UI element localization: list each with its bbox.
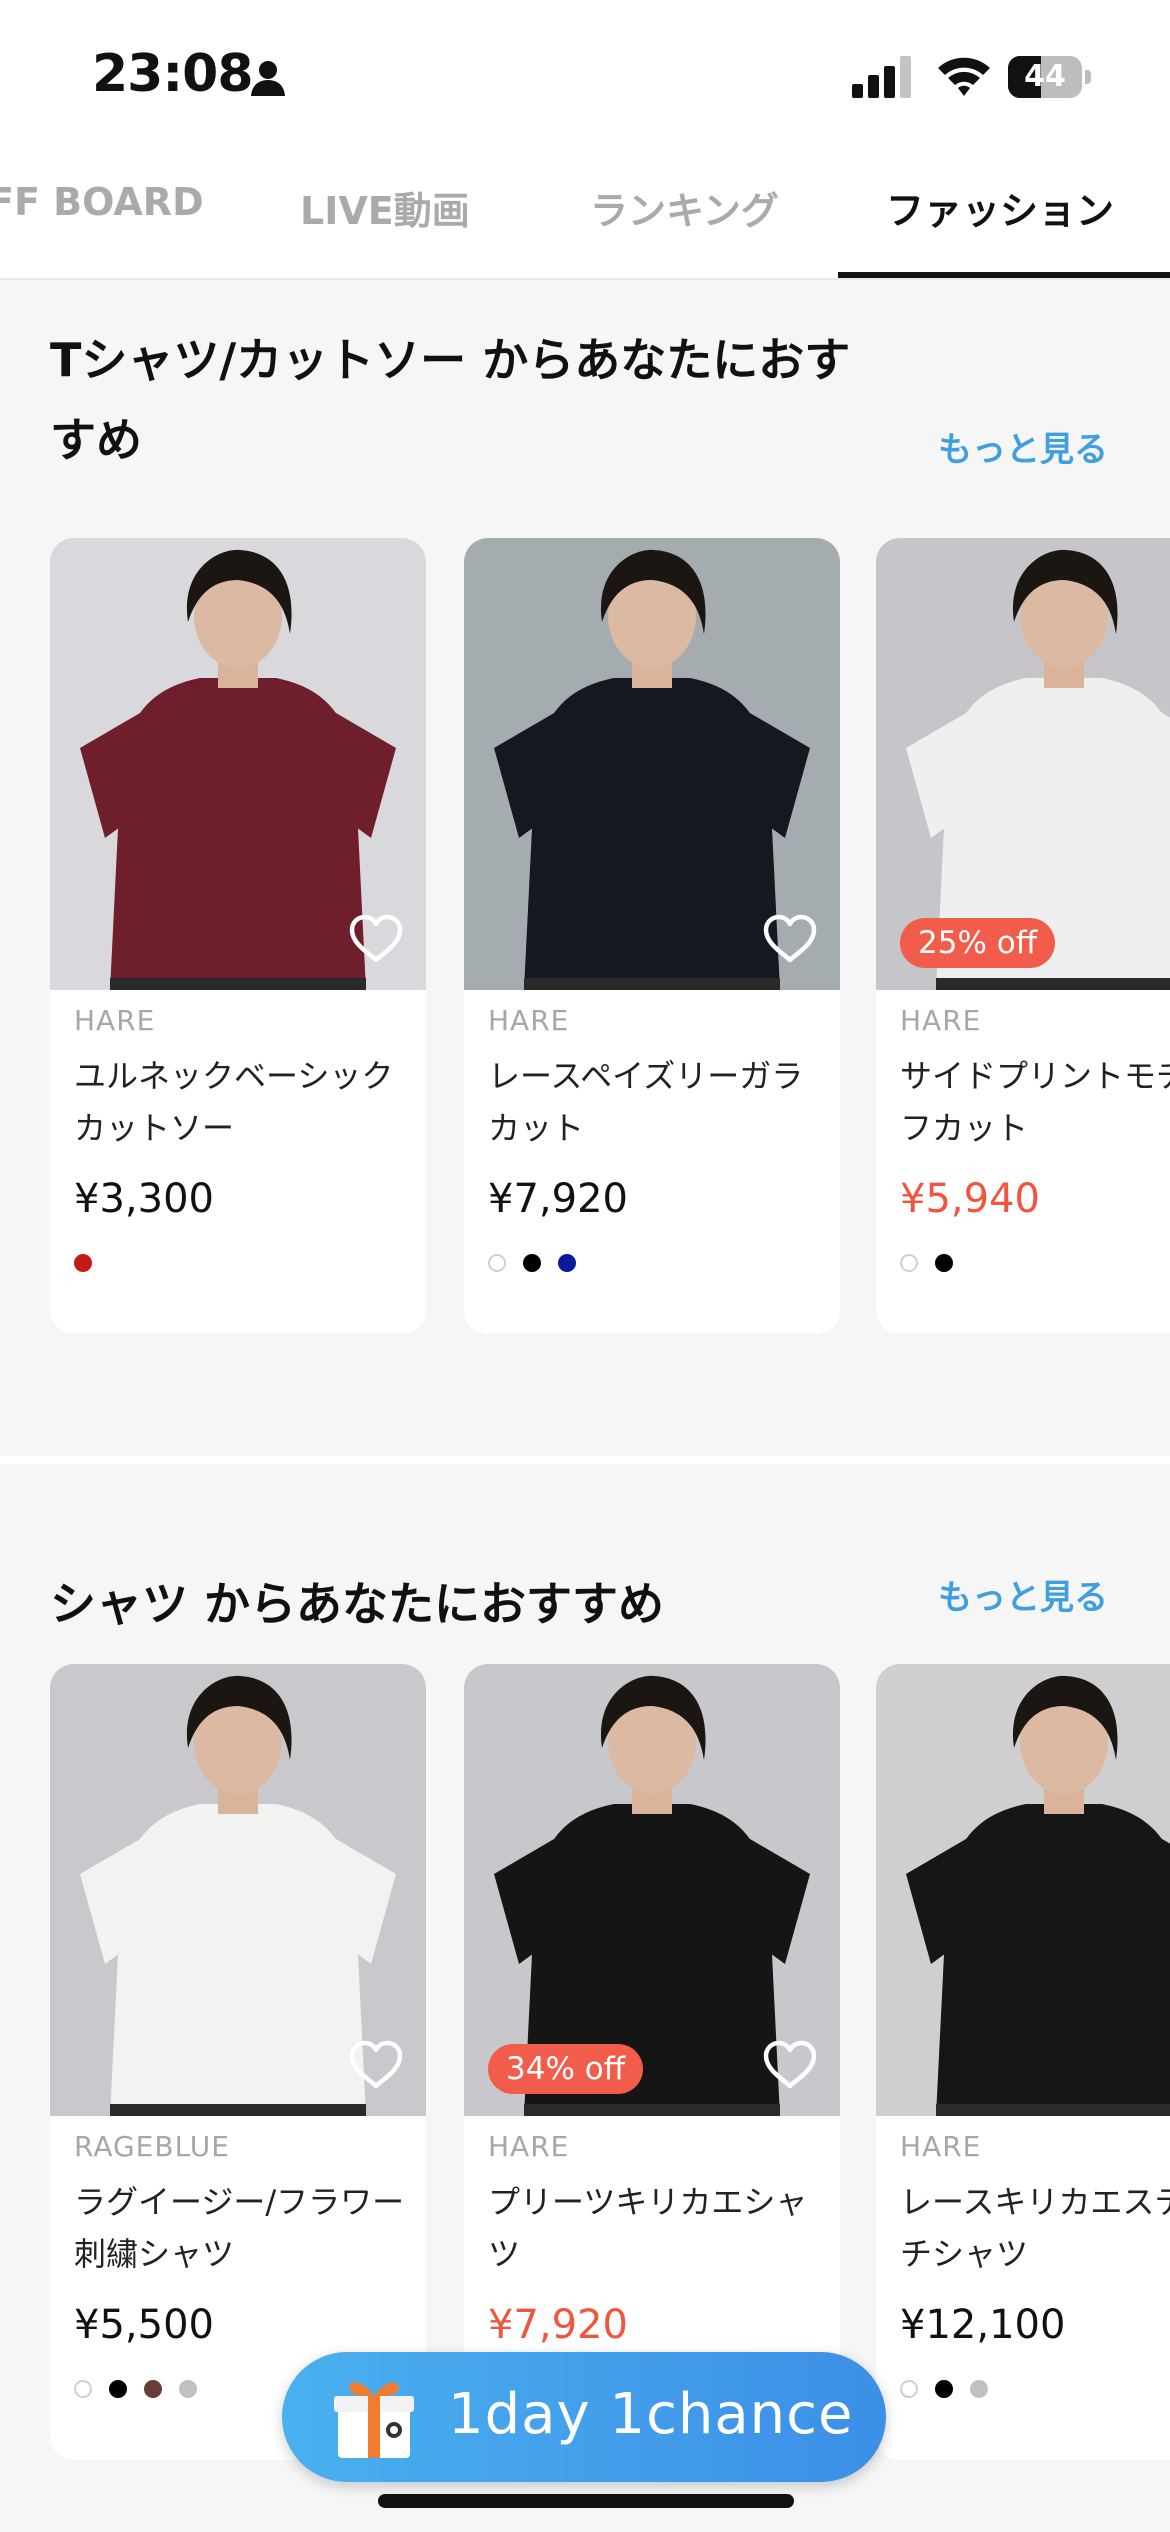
heart-icon[interactable] (348, 914, 404, 964)
section-divider (0, 1456, 1170, 1464)
color-swatch (179, 2380, 197, 2398)
gift-icon (334, 2382, 414, 2458)
color-swatches (488, 1254, 576, 1274)
color-swatch (558, 1254, 576, 1272)
1day-1chance-banner[interactable]: 1day 1chance (282, 2352, 886, 2482)
product-name: ユルネックベーシックカットソー (74, 1057, 394, 1147)
tab-ranking[interactable]: ランキング (590, 180, 779, 235)
product-card[interactable]: HARE レースペイズリーガラカット ¥7,920 (464, 538, 840, 1334)
color-swatch (109, 2380, 127, 2398)
product-brand: HARE (488, 2130, 570, 2163)
battery-cap (1085, 70, 1091, 84)
color-swatch (900, 2380, 918, 2398)
home-indicator (378, 2494, 794, 2508)
color-swatch (74, 2380, 92, 2398)
discount-badge: 25% off (900, 918, 1056, 968)
product-card[interactable]: RAGEBLUE ラグイージー/フラワー刺繍シャツ ¥5,500 (50, 1664, 426, 2460)
product-brand: RAGEBLUE (74, 2130, 230, 2163)
product-brand: HARE (488, 1004, 570, 1037)
category-tabbar: FF BOARD LIVE動画 ランキング ファッション (0, 150, 1170, 280)
screen: 23:08 44 FF BOARD LIVE動画 ランキング ファッション Tシ… (0, 0, 1170, 2532)
color-swatch (935, 2380, 953, 2398)
product-brand: HARE (900, 2130, 982, 2163)
active-tab-indicator (838, 272, 1170, 278)
discount-badge: 34% off (488, 2044, 644, 2094)
product-card[interactable]: 34% off HARE プリーツキリカエシャツ ¥7,920 (464, 1664, 840, 2460)
product-price: ¥12,100 (900, 2302, 1066, 2348)
heart-icon[interactable] (348, 2040, 404, 2090)
color-swatch (970, 2380, 988, 2398)
battery-body: 44 (1008, 56, 1082, 98)
heart-icon[interactable] (762, 914, 818, 964)
product-price: ¥5,940 (900, 1176, 1040, 1222)
product-card[interactable]: HARE ユルネックベーシックカットソー ¥3,300 (50, 538, 426, 1334)
product-brand: HARE (74, 1004, 156, 1037)
signal-icon (852, 56, 911, 98)
product-price: ¥7,920 (488, 1176, 628, 1222)
banner-text: 1day 1chance (448, 2382, 854, 2447)
heart-icon[interactable] (762, 2040, 818, 2090)
color-swatches (74, 1254, 92, 1274)
product-name: レースキリカエステッチシャツ (900, 2183, 1170, 2273)
color-swatch (488, 1254, 506, 1272)
color-swatches (74, 2380, 197, 2400)
product-name: サイドプリントモチーフカット (900, 1057, 1170, 1147)
color-swatches (900, 1254, 953, 1274)
person-icon (251, 61, 285, 96)
product-image[interactable] (876, 1664, 1170, 2116)
product-photo (876, 1664, 1170, 2116)
section-title: シャツ からあなたにおすすめ (50, 1577, 665, 1631)
product-price: ¥3,300 (74, 1176, 214, 1222)
product-name: レースペイズリーガラカット (488, 1057, 804, 1147)
battery-indicator: 44 (1008, 56, 1091, 98)
wifi-icon (938, 57, 990, 96)
status-bar: 23:08 44 (0, 0, 1170, 150)
battery-level: 44 (1024, 59, 1066, 94)
see-more-link[interactable]: もっと見る (938, 422, 1108, 471)
product-card[interactable]: HARE レースキリカエステッチシャツ ¥12,100 (876, 1664, 1170, 2460)
see-more-link[interactable]: もっと見る (938, 1570, 1108, 1619)
status-time: 23:08 (92, 44, 254, 104)
color-swatches (900, 2380, 988, 2400)
tab-ff-board[interactable]: FF BOARD (0, 180, 204, 224)
tab-fashion[interactable]: ファッション (886, 180, 1114, 235)
product-name: ラグイージー/フラワー刺繍シャツ (74, 2183, 405, 2273)
color-swatch (74, 1254, 92, 1272)
color-swatch (144, 2380, 162, 2398)
color-swatch (935, 1254, 953, 1272)
product-brand: HARE (900, 1004, 982, 1037)
color-swatch (900, 1254, 918, 1272)
product-price: ¥5,500 (74, 2302, 214, 2348)
product-card[interactable]: 25% off HARE サイドプリントモチーフカット ¥5,940 (876, 538, 1170, 1334)
product-name: プリーツキリカエシャツ (488, 2183, 808, 2273)
tab-live[interactable]: LIVE動画 (300, 180, 470, 235)
section-title: Tシャツ/カットソー からあなたにおすすめ (50, 333, 851, 467)
product-price: ¥7,920 (488, 2302, 628, 2348)
color-swatch (523, 1254, 541, 1272)
